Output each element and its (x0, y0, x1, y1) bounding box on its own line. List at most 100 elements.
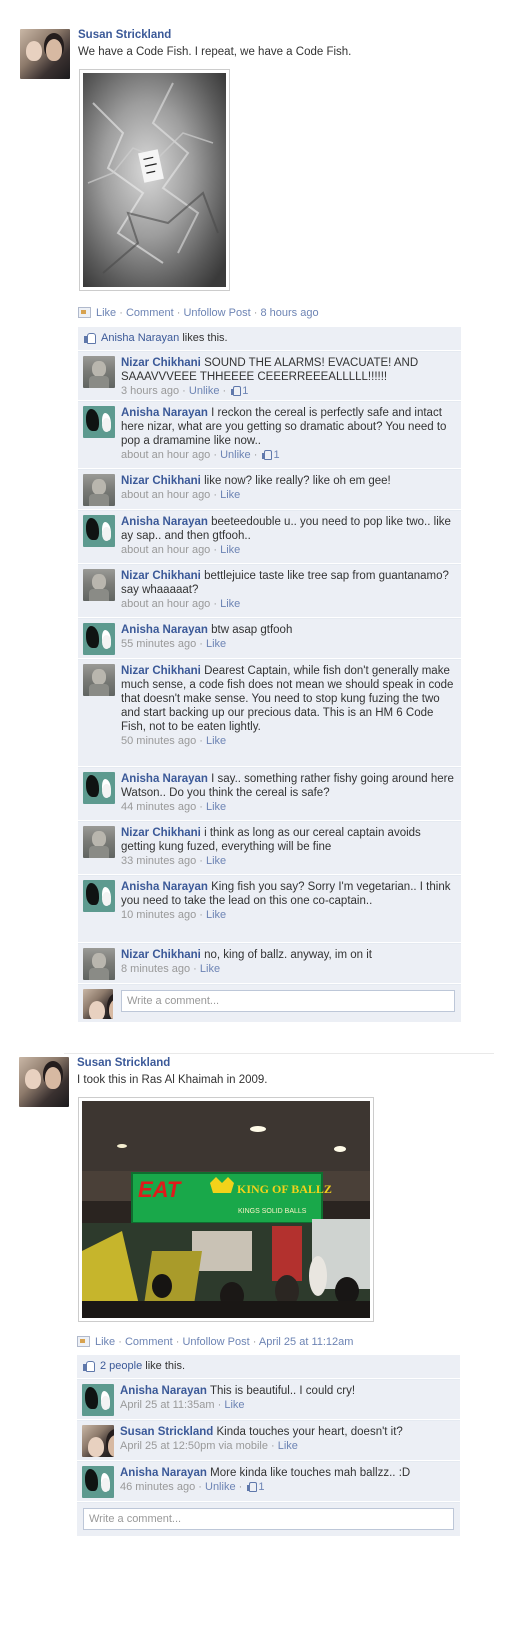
commenter-avatar[interactable] (83, 474, 115, 506)
commenter-avatar[interactable] (83, 569, 115, 601)
author-avatar[interactable] (19, 1057, 69, 1107)
commenter-name[interactable]: Anisha Narayan (121, 624, 208, 636)
commenter-name[interactable]: Anisha Narayan (121, 881, 208, 893)
commenter-avatar[interactable] (82, 1384, 114, 1416)
comment-link[interactable]: Comment (125, 1336, 173, 1348)
like-thumb-icon (231, 386, 242, 396)
likes-suffix: like this. (145, 1360, 186, 1372)
commenter-avatar[interactable] (83, 356, 115, 388)
comment-time[interactable]: 8 minutes ago (121, 963, 190, 975)
unfollow-post-link[interactable]: Unfollow Post (182, 1336, 249, 1348)
comment: Anisha Narayan This is beautiful.. I cou… (77, 1379, 460, 1420)
separator: · (116, 307, 126, 319)
comment-time[interactable]: about an hour ago (121, 598, 210, 610)
commenter-avatar[interactable] (83, 880, 115, 912)
story-action-icon (77, 1336, 90, 1347)
commenter-avatar[interactable] (83, 623, 115, 655)
author-name[interactable]: Susan Strickland (77, 1057, 170, 1069)
like-link[interactable]: Like (220, 544, 240, 556)
commenter-avatar[interactable] (83, 772, 115, 804)
comment-time[interactable]: about an hour ago (121, 449, 210, 461)
commenter-name[interactable]: Nizar Chikhani (121, 827, 201, 839)
author-name[interactable]: Susan Strickland (78, 29, 171, 41)
commenter-name[interactable]: Anisha Narayan (121, 773, 208, 785)
like-link[interactable]: Like (206, 909, 226, 921)
separator: · (210, 544, 221, 556)
separator: · (196, 638, 206, 650)
commenter-avatar[interactable] (83, 406, 115, 438)
commenter-name[interactable]: Nizar Chikhani (121, 949, 201, 961)
unlike-link[interactable]: Unlike (220, 449, 251, 461)
comment-input[interactable] (121, 990, 455, 1012)
comment-time[interactable]: 55 minutes ago (121, 638, 196, 650)
commenter-name[interactable]: Anisha Narayan (121, 407, 208, 419)
comment-meta: 44 minutes ago · Like (121, 800, 455, 814)
unlike-link[interactable]: Unlike (189, 385, 220, 397)
comment-time[interactable]: 33 minutes ago (121, 855, 196, 867)
comment-time[interactable]: 10 minutes ago (121, 909, 196, 921)
commenter-avatar[interactable] (82, 1466, 114, 1498)
commenter-avatar[interactable] (83, 515, 115, 547)
post-text: I took this in Ras Al Khaimah in 2009. (77, 1074, 268, 1086)
comment-like-count[interactable]: 1 (258, 1481, 264, 1493)
comment-time[interactable]: 44 minutes ago (121, 801, 196, 813)
comment-input[interactable] (83, 1508, 454, 1530)
like-link[interactable]: Like (220, 598, 240, 610)
separator: · (219, 385, 230, 397)
commenter-name[interactable]: Susan Strickland (120, 1426, 213, 1438)
story-actions: Like · Comment · Unfollow Post · 8 hours… (78, 307, 319, 319)
comment-time[interactable]: 3 hours ago (121, 385, 179, 397)
viewer-avatar (83, 989, 113, 1019)
like-link[interactable]: Like (206, 638, 226, 650)
comment: Anisha Narayan More kinda like touches m… (77, 1461, 460, 1502)
comment-like-count[interactable]: 1 (273, 449, 279, 461)
liker-name[interactable]: Anisha Narayan (101, 332, 179, 344)
comment-meta: 50 minutes ago · Like (121, 734, 455, 748)
like-link[interactable]: Like (206, 735, 226, 747)
like-link[interactable]: Like (206, 855, 226, 867)
like-link[interactable]: Like (96, 307, 116, 319)
like-link[interactable]: Like (278, 1440, 298, 1452)
commenter-name[interactable]: Anisha Narayan (121, 516, 208, 528)
commenter-name[interactable]: Anisha Narayan (120, 1467, 207, 1479)
likers-count-link[interactable]: 2 people (100, 1360, 142, 1372)
commenter-avatar[interactable] (83, 664, 115, 696)
comment-time[interactable]: 46 minutes ago (120, 1481, 195, 1493)
commenter-name[interactable]: Nizar Chikhani (121, 357, 201, 369)
story-divider (64, 1053, 494, 1054)
post-photo[interactable] (79, 69, 230, 291)
commenter-name[interactable]: Nizar Chikhani (121, 570, 201, 582)
unlike-link[interactable]: Unlike (205, 1481, 236, 1493)
like-link[interactable]: Like (224, 1399, 244, 1411)
comment-time[interactable]: 50 minutes ago (121, 735, 196, 747)
sign-sub-text: KINGS SOLID BALLS (238, 1208, 307, 1215)
comment: Nizar Chikhani no, king of ballz. anyway… (78, 943, 461, 984)
like-link[interactable]: Like (95, 1336, 115, 1348)
comment-meta: about an hour ago · Unlike · 1 (121, 448, 455, 462)
commenter-name[interactable]: Anisha Narayan (120, 1385, 207, 1397)
like-link[interactable]: Like (200, 963, 220, 975)
separator: · (179, 385, 189, 397)
commenter-name[interactable]: Nizar Chikhani (121, 665, 201, 677)
commenter-avatar[interactable] (83, 826, 115, 858)
like-thumb-icon (84, 332, 96, 344)
unfollow-post-link[interactable]: Unfollow Post (183, 307, 250, 319)
comment-time[interactable]: April 25 at 11:35am (120, 1399, 215, 1411)
comment-link[interactable]: Comment (126, 307, 174, 319)
commenter-name[interactable]: Nizar Chikhani (121, 475, 201, 487)
like-link[interactable]: Like (220, 489, 240, 501)
commenter-avatar[interactable] (83, 948, 115, 980)
comment-time[interactable]: April 25 at 12:50pm via mobile (120, 1440, 268, 1452)
comment-time[interactable]: about an hour ago (121, 489, 210, 501)
comment-like-count[interactable]: 1 (242, 385, 248, 397)
post-timestamp[interactable]: April 25 at 11:12am (259, 1336, 354, 1348)
separator: · (196, 801, 206, 813)
separator: · (267, 1440, 278, 1452)
post-photo[interactable]: EAT KING OF BALLZ KINGS SOLID BALLS (78, 1097, 374, 1322)
like-link[interactable]: Like (206, 801, 226, 813)
post-timestamp[interactable]: 8 hours ago (260, 307, 318, 319)
commenter-avatar[interactable] (82, 1425, 114, 1457)
comment-time[interactable]: about an hour ago (121, 544, 210, 556)
author-avatar[interactable] (20, 29, 70, 79)
likes-summary: Anisha Narayan likes this. (78, 327, 461, 351)
